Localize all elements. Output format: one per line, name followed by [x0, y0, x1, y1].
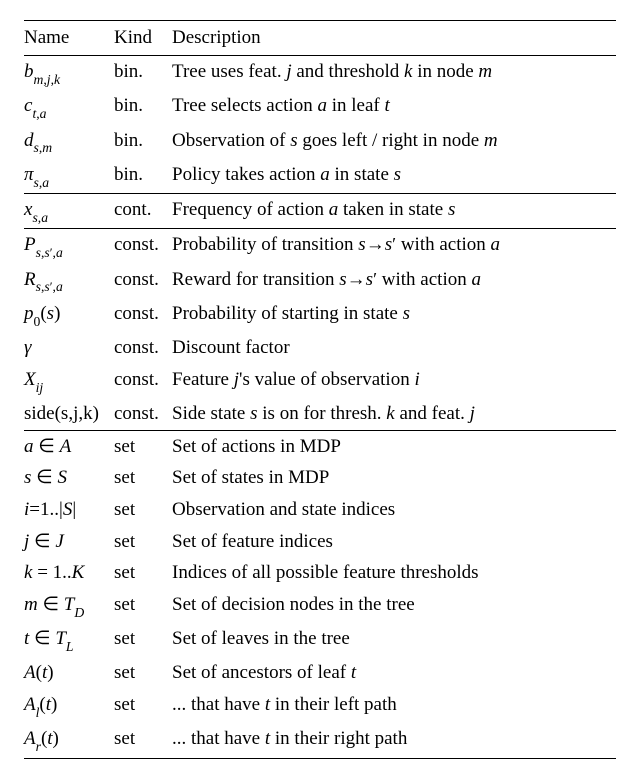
cell-desc: Discount factor [172, 332, 616, 364]
cell-name: t ∈ TL [24, 623, 114, 657]
header-kind: Kind [114, 21, 172, 56]
table-row: s ∈ SsetSet of states in MDP [24, 462, 616, 494]
cell-desc: ... that have t in their right path [172, 723, 616, 758]
cell-name: πs,a [24, 159, 114, 194]
table-row: j ∈ JsetSet of feature indices [24, 526, 616, 558]
cell-desc: ... that have t in their left path [172, 689, 616, 723]
cell-name: i=1..|S| [24, 494, 114, 526]
cell-desc: Set of actions in MDP [172, 430, 616, 462]
cell-name: A(t) [24, 657, 114, 689]
cell-name: xs,a [24, 194, 114, 229]
cell-kind: bin. [114, 159, 172, 194]
cell-desc: Set of decision nodes in the tree [172, 589, 616, 623]
cell-kind: bin. [114, 90, 172, 124]
cell-kind: set [114, 557, 172, 589]
table-row: Rs,s′,aconst.Reward for transition s→s′ … [24, 264, 616, 298]
cell-desc: Probability of transition s→s′ with acti… [172, 229, 616, 264]
cell-name: p0(s) [24, 298, 114, 332]
table-row: γconst.Discount factor [24, 332, 616, 364]
table-row: A(t)setSet of ancestors of leaf t [24, 657, 616, 689]
cell-name: m ∈ TD [24, 589, 114, 623]
cell-name: a ∈ A [24, 430, 114, 462]
cell-kind: const. [114, 298, 172, 332]
header-name: Name [24, 21, 114, 56]
cell-name: Rs,s′,a [24, 264, 114, 298]
notation-table: Name Kind Description bm,j,kbin.Tree use… [24, 20, 616, 759]
cell-kind: set [114, 623, 172, 657]
cell-name: side(s,j,k) [24, 398, 114, 430]
cell-desc: Feature j's value of observation i [172, 364, 616, 398]
table-row: Ar(t)set... that have t in their right p… [24, 723, 616, 758]
cell-kind: set [114, 723, 172, 758]
cell-name: s ∈ S [24, 462, 114, 494]
cell-kind: const. [114, 229, 172, 264]
cell-desc: Set of ancestors of leaf t [172, 657, 616, 689]
cell-name: ds,m [24, 125, 114, 159]
cell-name: j ∈ J [24, 526, 114, 558]
cell-desc: Probability of starting in state s [172, 298, 616, 332]
cell-name: γ [24, 332, 114, 364]
table-body: bm,j,kbin.Tree uses feat. j and threshol… [24, 56, 616, 759]
cell-name: bm,j,k [24, 56, 114, 91]
table-row: k = 1..KsetIndices of all possible featu… [24, 557, 616, 589]
table-row: πs,abin.Policy takes action a in state s [24, 159, 616, 194]
table-header-row: Name Kind Description [24, 21, 616, 56]
cell-kind: set [114, 657, 172, 689]
cell-kind: bin. [114, 125, 172, 159]
cell-kind: set [114, 494, 172, 526]
table-row: Al(t)set... that have t in their left pa… [24, 689, 616, 723]
cell-kind: set [114, 689, 172, 723]
cell-name: Xij [24, 364, 114, 398]
table-row: ct,abin.Tree selects action a in leaf t [24, 90, 616, 124]
table-row: Ps,s′,aconst.Probability of transition s… [24, 229, 616, 264]
table-row: Xijconst.Feature j's value of observatio… [24, 364, 616, 398]
header-desc: Description [172, 21, 616, 56]
table-row: side(s,j,k)const.Side state s is on for … [24, 398, 616, 430]
cell-name: Al(t) [24, 689, 114, 723]
table-row: ds,mbin.Observation of s goes left / rig… [24, 125, 616, 159]
cell-desc: Indices of all possible feature threshol… [172, 557, 616, 589]
cell-desc: Tree selects action a in leaf t [172, 90, 616, 124]
cell-kind: const. [114, 332, 172, 364]
cell-desc: Tree uses feat. j and threshold k in nod… [172, 56, 616, 91]
cell-desc: Frequency of action a taken in state s [172, 194, 616, 229]
table-row: i=1..|S|setObservation and state indices [24, 494, 616, 526]
cell-desc: Observation of s goes left / right in no… [172, 125, 616, 159]
table-row: xs,acont.Frequency of action a taken in … [24, 194, 616, 229]
cell-kind: set [114, 526, 172, 558]
cell-desc: Reward for transition s→s′ with action a [172, 264, 616, 298]
cell-kind: const. [114, 398, 172, 430]
cell-desc: Set of feature indices [172, 526, 616, 558]
cell-desc: Side state s is on for thresh. k and fea… [172, 398, 616, 430]
cell-name: Ar(t) [24, 723, 114, 758]
cell-desc: Set of states in MDP [172, 462, 616, 494]
cell-kind: set [114, 462, 172, 494]
cell-name: ct,a [24, 90, 114, 124]
table-row: p0(s)const.Probability of starting in st… [24, 298, 616, 332]
cell-name: k = 1..K [24, 557, 114, 589]
table-row: bm,j,kbin.Tree uses feat. j and threshol… [24, 56, 616, 91]
cell-kind: cont. [114, 194, 172, 229]
cell-kind: set [114, 589, 172, 623]
table-row: t ∈ TLsetSet of leaves in the tree [24, 623, 616, 657]
cell-kind: const. [114, 364, 172, 398]
table-row: a ∈ AsetSet of actions in MDP [24, 430, 616, 462]
cell-kind: const. [114, 264, 172, 298]
cell-name: Ps,s′,a [24, 229, 114, 264]
cell-desc: Policy takes action a in state s [172, 159, 616, 194]
cell-kind: bin. [114, 56, 172, 91]
cell-desc: Set of leaves in the tree [172, 623, 616, 657]
cell-kind: set [114, 430, 172, 462]
cell-desc: Observation and state indices [172, 494, 616, 526]
table-row: m ∈ TDsetSet of decision nodes in the tr… [24, 589, 616, 623]
